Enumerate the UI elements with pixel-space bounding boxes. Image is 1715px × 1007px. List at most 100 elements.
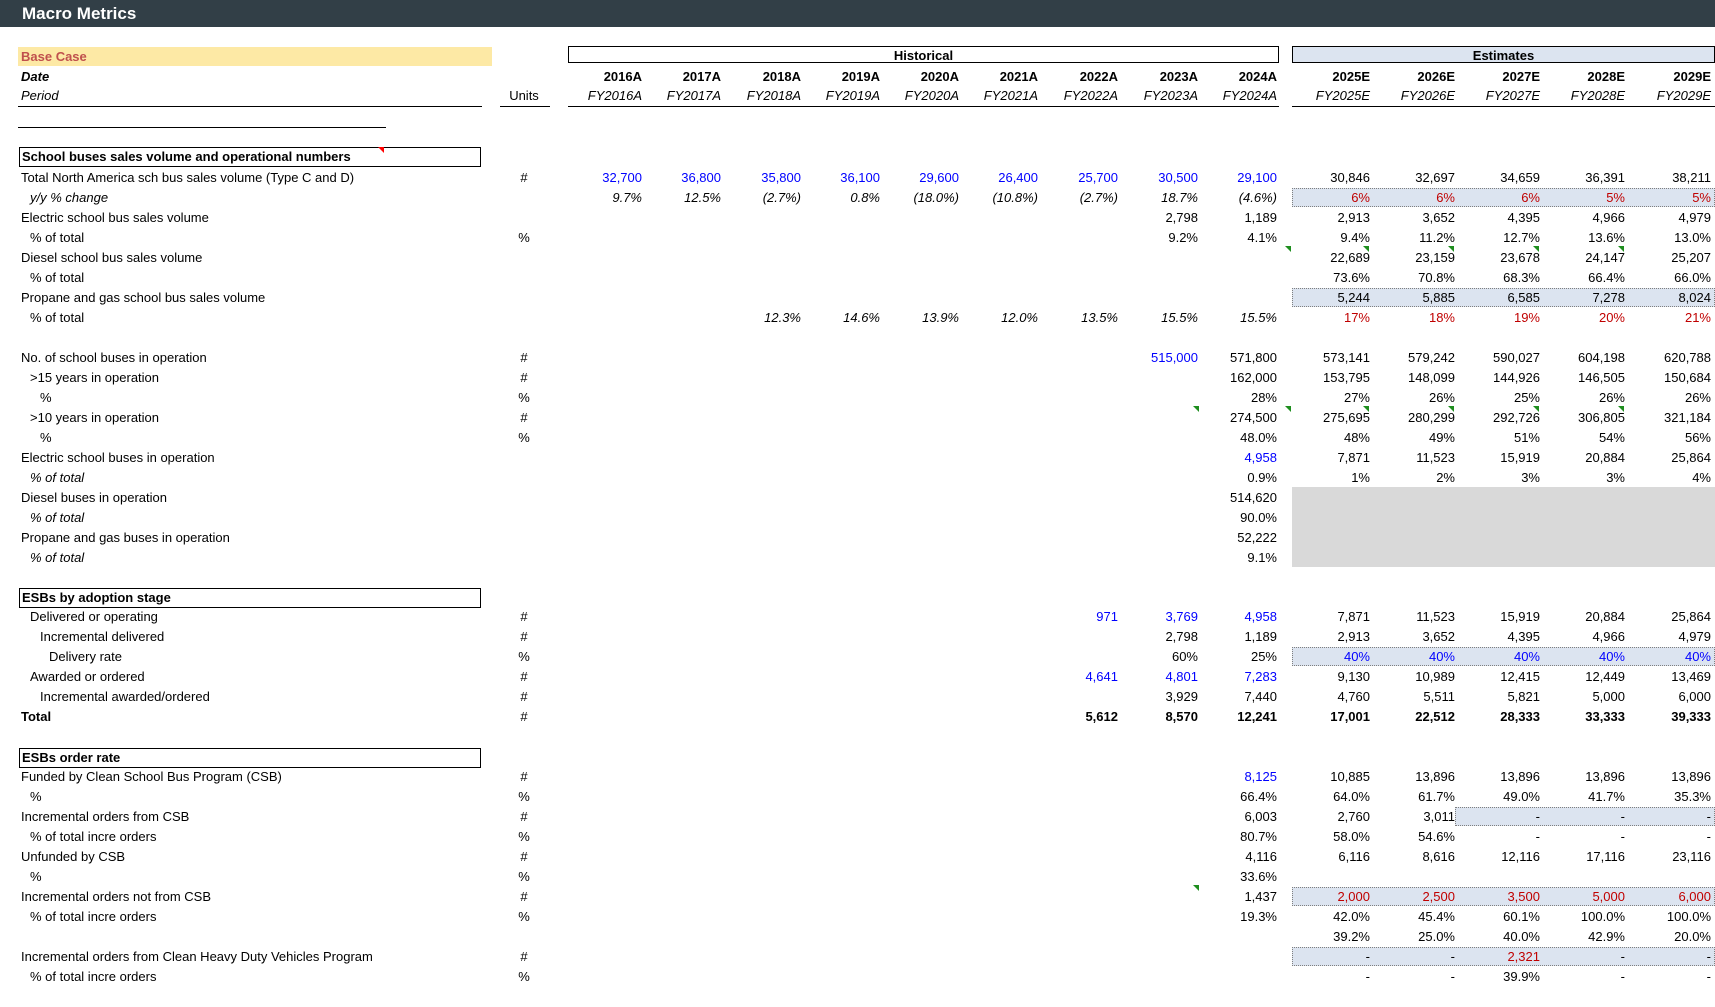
data-cell[interactable]: 0.8% (808, 190, 880, 205)
data-cell[interactable]: 7,871 (1298, 450, 1370, 465)
data-cell[interactable]: 24,147 (1553, 250, 1625, 265)
data-cell[interactable]: 38,211 (1639, 170, 1711, 185)
data-cell[interactable]: 56% (1639, 430, 1711, 445)
data-cell[interactable]: 8,616 (1383, 849, 1455, 864)
data-cell[interactable]: 590,027 (1468, 350, 1540, 365)
data-cell[interactable]: 19% (1468, 310, 1540, 325)
data-cell[interactable]: 280,299 (1383, 410, 1455, 425)
data-cell[interactable]: 306,805 (1553, 410, 1625, 425)
data-cell[interactable]: 40% (1639, 649, 1711, 664)
data-cell[interactable]: 620,788 (1639, 350, 1711, 365)
data-cell[interactable]: 5,511 (1383, 689, 1455, 704)
data-cell[interactable]: 25% (1468, 390, 1540, 405)
data-cell[interactable]: 292,726 (1468, 410, 1540, 425)
data-cell[interactable]: 1,189 (1205, 210, 1277, 225)
data-cell[interactable]: 70.8% (1383, 270, 1455, 285)
data-cell[interactable]: 12.5% (649, 190, 721, 205)
data-cell[interactable]: 66.4% (1205, 789, 1277, 804)
data-cell[interactable]: 30,500 (1126, 170, 1198, 185)
data-cell[interactable]: 18.7% (1126, 190, 1198, 205)
data-cell[interactable]: 5,244 (1298, 290, 1370, 305)
data-cell[interactable]: 7,440 (1205, 689, 1277, 704)
data-cell[interactable]: 33.6% (1205, 869, 1277, 884)
data-cell[interactable]: 29,600 (887, 170, 959, 185)
data-cell[interactable]: 41.7% (1553, 789, 1625, 804)
data-cell[interactable]: 61.7% (1383, 789, 1455, 804)
data-cell[interactable]: 9.4% (1298, 230, 1370, 245)
data-cell[interactable]: 515,000 (1126, 350, 1198, 365)
data-cell[interactable]: 45.4% (1383, 909, 1455, 924)
data-cell[interactable]: 40% (1383, 649, 1455, 664)
data-cell[interactable]: 275,695 (1298, 410, 1370, 425)
data-cell[interactable]: 22,512 (1383, 709, 1455, 724)
data-cell[interactable]: 48.0% (1205, 430, 1277, 445)
data-cell[interactable]: 5,612 (1046, 709, 1118, 724)
data-cell[interactable]: 17,001 (1298, 709, 1370, 724)
data-cell[interactable]: 8,570 (1126, 709, 1198, 724)
data-cell[interactable]: 13,896 (1383, 769, 1455, 784)
data-cell[interactable]: 5,885 (1383, 290, 1455, 305)
data-cell[interactable]: 8,024 (1639, 290, 1711, 305)
data-cell[interactable]: 73.6% (1298, 270, 1370, 285)
data-cell[interactable]: 6,000 (1639, 889, 1711, 904)
data-cell[interactable]: 6% (1298, 190, 1370, 205)
data-cell[interactable]: 20,884 (1553, 609, 1625, 624)
data-cell[interactable]: 23,678 (1468, 250, 1540, 265)
data-cell[interactable]: 40% (1553, 649, 1625, 664)
data-cell[interactable]: 20% (1553, 310, 1625, 325)
data-cell[interactable]: 10,989 (1383, 669, 1455, 684)
data-cell[interactable]: 15,919 (1468, 450, 1540, 465)
base-case-label[interactable]: Base Case (18, 47, 492, 66)
data-cell[interactable]: 150,684 (1639, 370, 1711, 385)
data-cell[interactable]: 17% (1298, 310, 1370, 325)
data-cell[interactable]: - (1383, 969, 1455, 984)
data-cell[interactable]: 66.4% (1553, 270, 1625, 285)
data-cell[interactable]: 19.3% (1205, 909, 1277, 924)
data-cell[interactable]: 6% (1383, 190, 1455, 205)
data-cell[interactable]: 26,400 (966, 170, 1038, 185)
data-cell[interactable]: 12.3% (729, 310, 801, 325)
data-cell[interactable]: 27% (1298, 390, 1370, 405)
data-cell[interactable]: 2,913 (1298, 629, 1370, 644)
data-cell[interactable]: 39.9% (1468, 969, 1540, 984)
data-cell[interactable]: 20,884 (1553, 450, 1625, 465)
data-cell[interactable]: (18.0%) (887, 190, 959, 205)
data-cell[interactable]: 4,116 (1205, 849, 1277, 864)
data-cell[interactable]: - (1298, 969, 1370, 984)
data-cell[interactable]: 4,958 (1205, 450, 1277, 465)
data-cell[interactable]: - (1553, 829, 1625, 844)
data-cell[interactable]: 15,919 (1468, 609, 1540, 624)
data-cell[interactable]: 25,864 (1639, 609, 1711, 624)
data-cell[interactable]: 66.0% (1639, 270, 1711, 285)
data-cell[interactable]: 4,966 (1553, 629, 1625, 644)
data-cell[interactable]: 13,896 (1639, 769, 1711, 784)
data-cell[interactable]: 9,130 (1298, 669, 1370, 684)
data-cell[interactable]: 25,700 (1046, 170, 1118, 185)
data-cell[interactable]: 2% (1383, 470, 1455, 485)
data-cell[interactable]: 28% (1205, 390, 1277, 405)
data-cell[interactable]: - (1639, 829, 1711, 844)
data-cell[interactable]: 3,929 (1126, 689, 1198, 704)
data-cell[interactable]: 5% (1553, 190, 1625, 205)
data-cell[interactable]: 32,697 (1383, 170, 1455, 185)
data-cell[interactable]: 13,896 (1553, 769, 1625, 784)
data-cell[interactable]: 54.6% (1383, 829, 1455, 844)
data-cell[interactable]: 1% (1298, 470, 1370, 485)
data-cell[interactable]: 2,798 (1126, 210, 1198, 225)
data-cell[interactable]: 30,846 (1298, 170, 1370, 185)
data-cell[interactable]: 3% (1553, 470, 1625, 485)
data-cell[interactable]: 33,333 (1553, 709, 1625, 724)
data-cell[interactable]: 23,116 (1639, 849, 1711, 864)
data-cell[interactable]: 18% (1383, 310, 1455, 325)
data-cell[interactable]: 6,116 (1298, 849, 1370, 864)
data-cell[interactable]: 51% (1468, 430, 1540, 445)
data-cell[interactable]: 2,913 (1298, 210, 1370, 225)
data-cell[interactable]: 60% (1126, 649, 1198, 664)
data-cell[interactable]: 12.0% (966, 310, 1038, 325)
data-cell[interactable]: 153,795 (1298, 370, 1370, 385)
data-cell[interactable]: 4.1% (1205, 230, 1277, 245)
data-cell[interactable]: 25,864 (1639, 450, 1711, 465)
data-cell[interactable]: 80.7% (1205, 829, 1277, 844)
data-cell[interactable]: 15.5% (1126, 310, 1198, 325)
data-cell[interactable]: 26% (1383, 390, 1455, 405)
